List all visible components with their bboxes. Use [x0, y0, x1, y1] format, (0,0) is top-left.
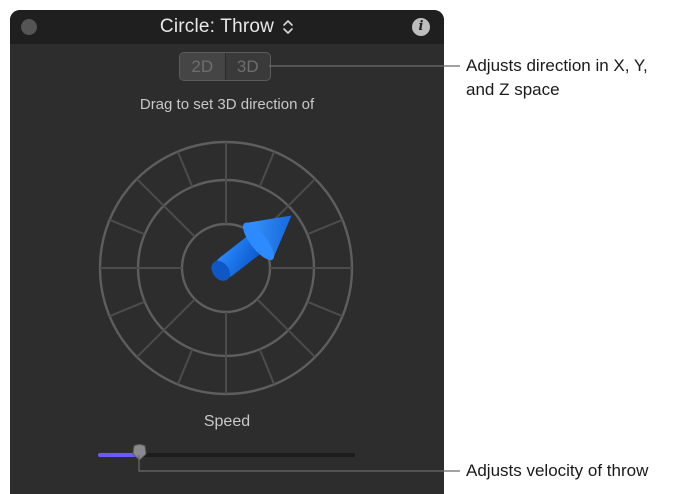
info-icon[interactable]: i: [412, 18, 430, 36]
dial-spoke: [136, 178, 165, 207]
dial-spoke: [109, 218, 146, 236]
dial-spoke: [287, 178, 316, 207]
direction-callout-line1: Adjusts direction in X, Y,: [466, 56, 648, 75]
stage: Circle: Throw i 2D 3D Drag to set 3D dir…: [0, 0, 688, 494]
behavior-popup[interactable]: Circle: Throw: [10, 16, 444, 38]
dial-spoke: [163, 298, 196, 331]
dimension-segmented-control: 2D 3D: [179, 52, 271, 81]
velocity-callout: Adjusts velocity of throw: [466, 461, 649, 480]
dial-spoke: [176, 348, 194, 385]
updown-chevron-icon: [283, 20, 293, 34]
mode-3d-button[interactable]: 3D: [226, 53, 271, 80]
dial-spoke: [163, 205, 196, 238]
direction-callout-line2: and Z space: [466, 80, 560, 99]
direction-instruction: Drag to set 3D direction of: [139, 96, 315, 113]
dial-spoke: [136, 329, 165, 358]
dial-spoke: [306, 218, 343, 236]
dial-spoke: [287, 329, 316, 358]
dial-spoke: [258, 151, 276, 188]
speed-label: Speed: [203, 413, 251, 430]
direction-arrow-icon: [211, 215, 292, 281]
hud-title: Circle: Throw: [159, 16, 275, 37]
direction-dial[interactable]: [98, 140, 354, 396]
dial-spoke: [306, 300, 343, 318]
speed-slider-thumb[interactable]: [131, 444, 148, 461]
throw-hud-panel: Circle: Throw i 2D 3D Drag to set 3D dir…: [10, 10, 444, 494]
dial-spoke: [176, 151, 194, 188]
dial-spoke: [256, 298, 289, 331]
direction-callout: Adjusts direction in X, Y, and Z space: [466, 54, 648, 102]
dial-spoke: [109, 300, 146, 318]
dial-spoke: [258, 348, 276, 385]
hud-titlebar: Circle: Throw i: [10, 10, 444, 44]
mode-2d-button[interactable]: 2D: [180, 53, 226, 80]
